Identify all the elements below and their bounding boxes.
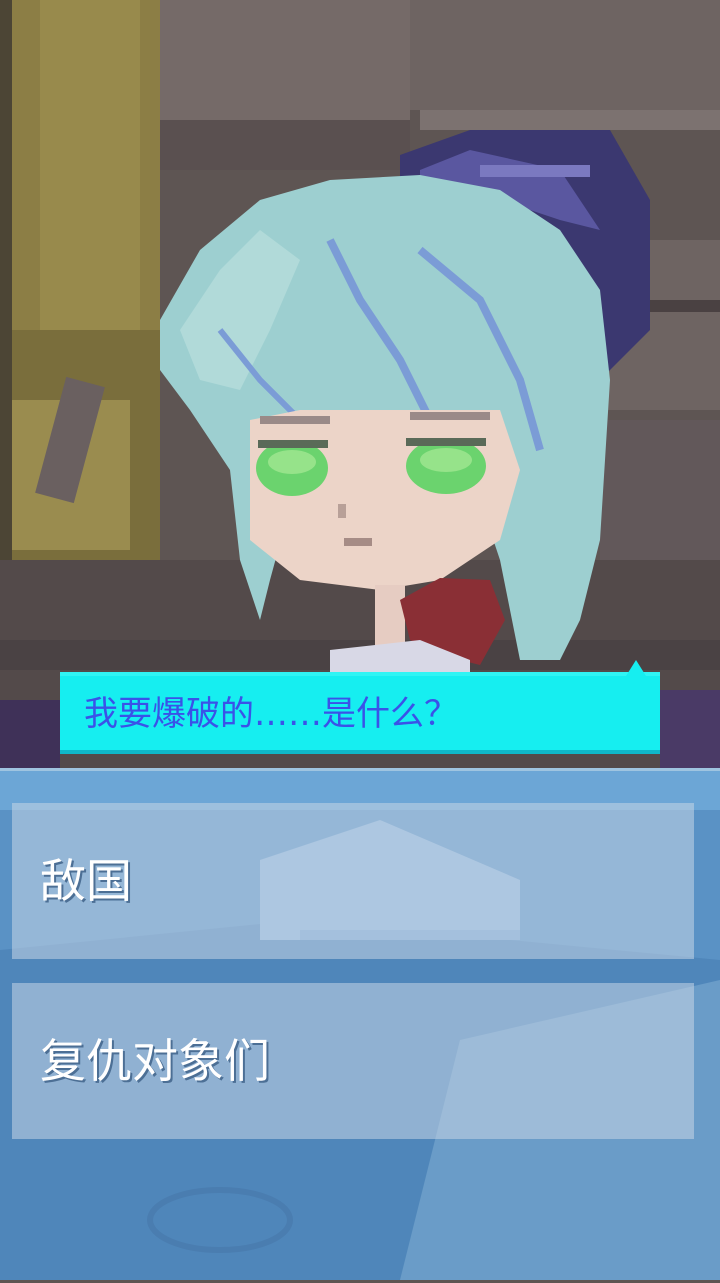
- speech-bubble-tail: [626, 660, 646, 676]
- choice-panel: 敌国 复仇对象们: [0, 768, 720, 1283]
- choice-option-1[interactable]: 敌国: [12, 803, 694, 959]
- dialogue-text: 我要爆破的……是什么？: [84, 694, 458, 734]
- choice-option-2[interactable]: 复仇对象们: [12, 983, 694, 1139]
- choice-option-label: 敌国: [40, 854, 132, 908]
- choice-option-label: 复仇对象们: [40, 1034, 270, 1088]
- speech-bubble: 我要爆破的……是什么？: [60, 660, 660, 754]
